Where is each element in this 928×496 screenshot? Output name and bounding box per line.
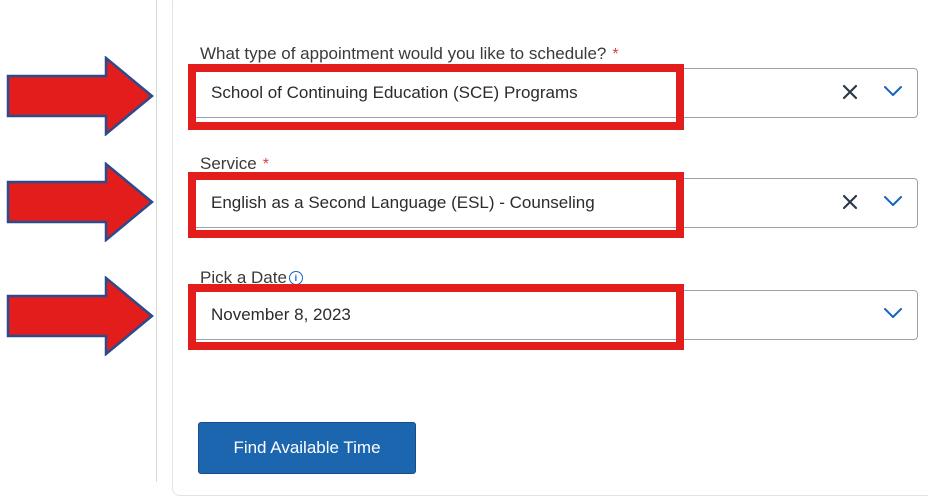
right-arrow-icon [6, 276, 154, 356]
highlight-box-service [188, 172, 684, 238]
required-marker: * [612, 46, 619, 63]
close-icon[interactable] [837, 187, 863, 215]
right-arrow-icon [6, 162, 154, 242]
service-label: Service * [200, 154, 269, 173]
required-marker: * [262, 156, 269, 173]
chevron-down-icon[interactable] [881, 189, 905, 213]
close-icon[interactable] [837, 77, 863, 105]
highlight-box-date [188, 284, 684, 350]
chevron-down-icon[interactable] [881, 79, 905, 103]
chevron-down-icon[interactable] [881, 301, 905, 325]
highlight-box-appointment [188, 64, 684, 130]
left-divider [156, 0, 157, 482]
info-icon[interactable]: i [288, 271, 303, 285]
right-arrow-icon [6, 56, 154, 136]
find-available-time-button[interactable]: Find Available Time [198, 422, 416, 474]
appointment-type-label: What type of appointment would you like … [200, 44, 619, 63]
